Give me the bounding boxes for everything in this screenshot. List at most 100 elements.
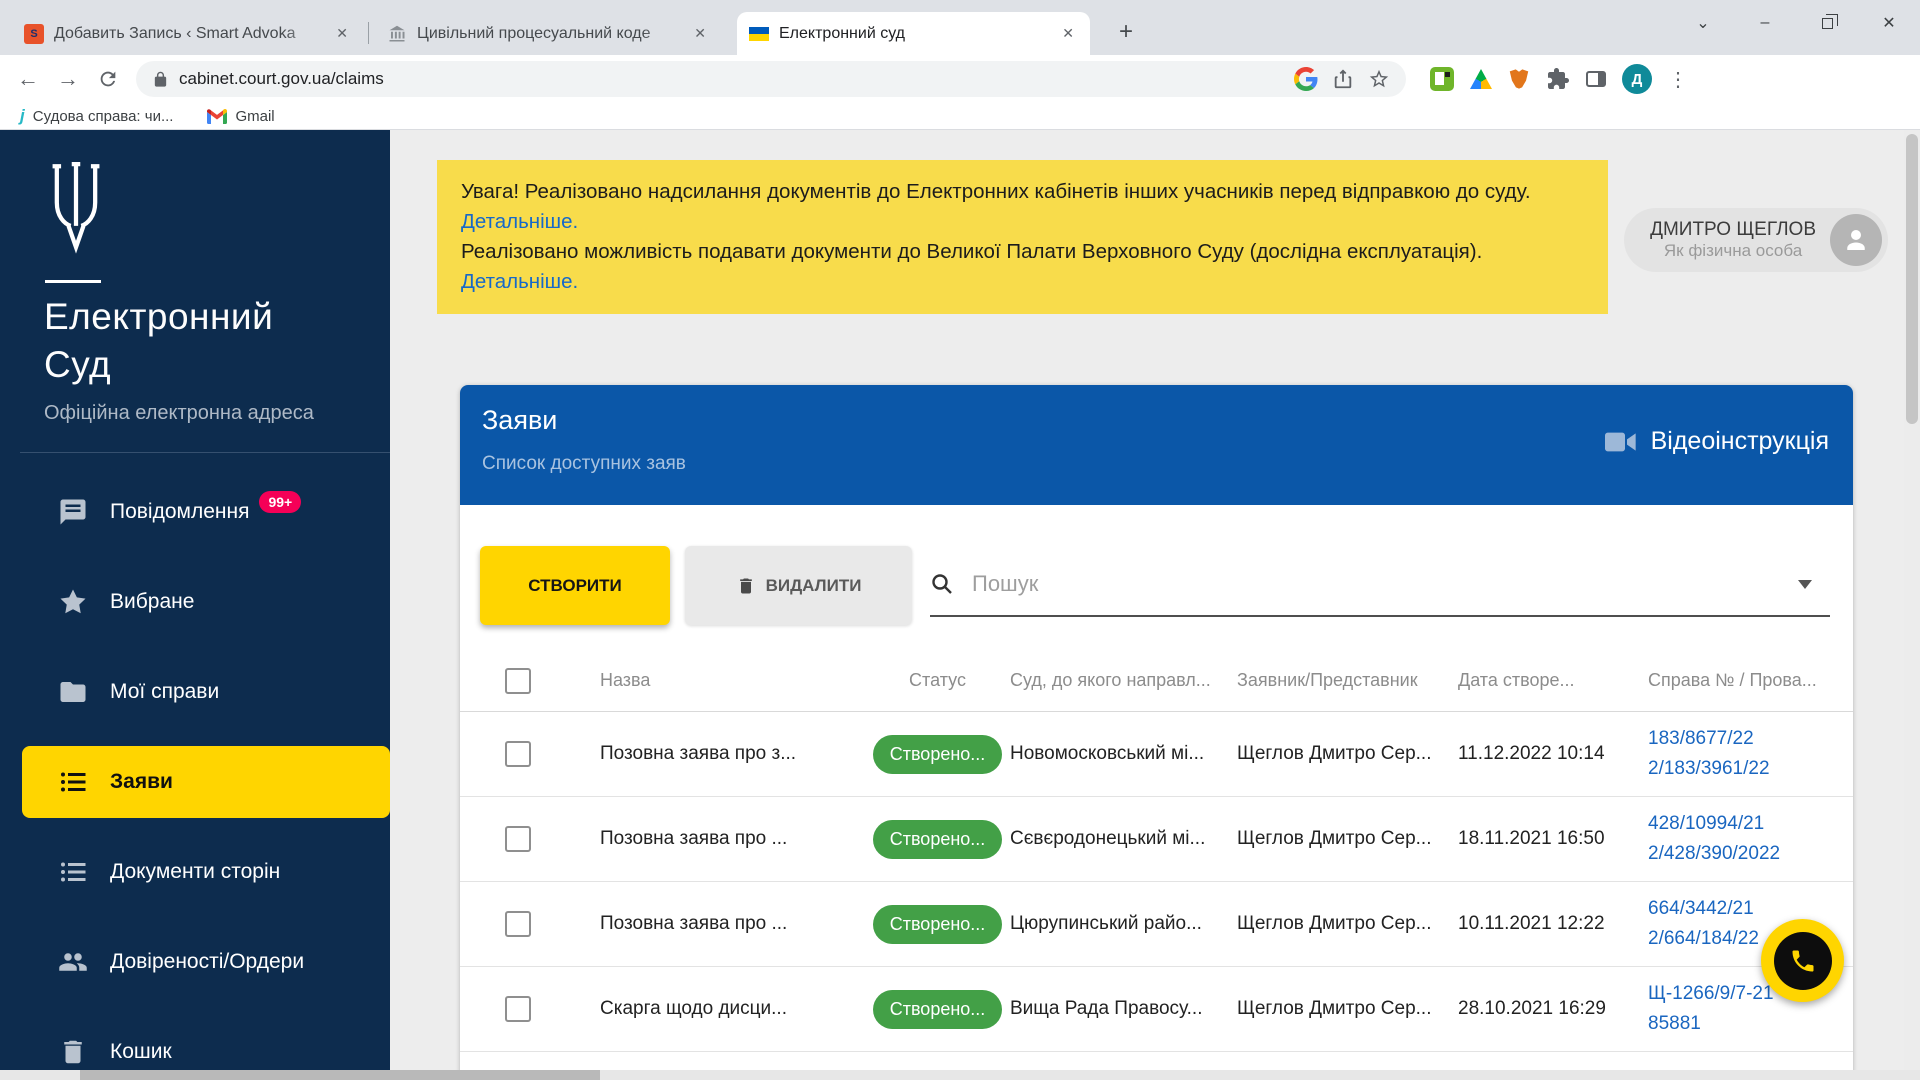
restore-button[interactable] xyxy=(1796,0,1858,46)
browser-menu-icon[interactable]: ⋮ xyxy=(1668,67,1688,92)
back-button[interactable]: ← xyxy=(8,59,48,99)
reload-button[interactable] xyxy=(88,59,128,99)
column-header-applicant: Заявник/Представник xyxy=(1237,670,1418,690)
details-link[interactable]: Детальніше. xyxy=(461,270,578,293)
sidebar-item-party-documents[interactable]: Документи сторін xyxy=(0,827,390,917)
metamask-extension-icon[interactable] xyxy=(1509,69,1529,89)
search-dropdown-caret[interactable] xyxy=(1798,579,1812,589)
column-header-case-number: Справа № / Прова... xyxy=(1648,670,1817,690)
tab-search-button[interactable]: ⌄ xyxy=(1672,0,1734,46)
trash-icon xyxy=(64,1040,82,1064)
status-badge: Створено... xyxy=(872,989,1003,1029)
privat24-extension-icon[interactable] xyxy=(1430,67,1454,91)
search-icon xyxy=(932,574,952,594)
court-name: Сєвєродонецький мі... xyxy=(1010,828,1206,849)
minimize-button[interactable]: – xyxy=(1734,0,1796,46)
table-row[interactable]: Позовна заява про ... Створено... Сєвєро… xyxy=(460,797,1853,882)
new-tab-button[interactable]: + xyxy=(1108,14,1144,50)
browser-tab-1[interactable]: S Добавить Запись ‹ Smart Advoka ✕ xyxy=(12,12,364,55)
vertical-scrollbar-thumb[interactable] xyxy=(1906,134,1918,424)
tab-close-icon[interactable]: ✕ xyxy=(1058,23,1078,44)
google-drive-extension-icon[interactable] xyxy=(1470,69,1492,89)
table-header: Назва Статус Суд, до якого направл... За… xyxy=(460,650,1853,712)
user-name: ДМИТРО ЩЕГЛОВ xyxy=(1650,219,1816,240)
share-icon[interactable] xyxy=(1332,68,1354,90)
browser-tab-2[interactable]: Цивільний процесуальний коде ✕ xyxy=(375,12,722,55)
chat-icon xyxy=(60,499,86,525)
ukraine-flag-favicon xyxy=(749,24,769,44)
bookmark-court-case[interactable]: j Судова справа: чи... xyxy=(20,106,173,126)
sidebar-item-my-cases[interactable]: Мої справи xyxy=(0,647,390,737)
bookmark-label: Gmail xyxy=(235,107,275,125)
proceeding-number-link[interactable]: 85881 xyxy=(1648,1013,1853,1035)
sidebar-item-label: Документи сторін xyxy=(110,860,281,883)
delete-button-label: ВИДАЛИТИ xyxy=(765,575,862,595)
folder-icon xyxy=(60,682,86,702)
phone-call-fab[interactable] xyxy=(1761,919,1844,1002)
select-all-checkbox[interactable] xyxy=(505,667,531,694)
table-row[interactable]: Скарга щодо дисци... Створено... Вища Ра… xyxy=(460,967,1853,1052)
sidebar-divider xyxy=(20,452,390,453)
vertical-scrollbar xyxy=(1904,130,1920,1079)
sidebar-item-messages[interactable]: Повідомлення 99+ xyxy=(0,467,390,557)
horizontal-scrollbar xyxy=(0,1070,1920,1080)
row-checkbox[interactable] xyxy=(505,741,531,767)
government-building-favicon xyxy=(387,24,407,44)
window-controls: ⌄ – ✕ xyxy=(1672,0,1920,46)
sidebar-item-powers-of-attorney[interactable]: Довіреності/Ордери xyxy=(0,917,390,1007)
case-number-link[interactable]: 664/3442/21 xyxy=(1648,898,1853,920)
app-title: Електронний Суд xyxy=(44,296,274,385)
bookmark-star-icon[interactable] xyxy=(1368,68,1390,90)
proceeding-number-link[interactable]: 2/183/3961/22 xyxy=(1648,758,1853,780)
case-number-link[interactable]: 428/10994/21 xyxy=(1648,813,1853,835)
list-icon xyxy=(61,862,86,882)
bookmark-gmail[interactable]: Gmail xyxy=(207,107,275,125)
status-badge: Створено... xyxy=(872,734,1003,774)
search-input[interactable] xyxy=(972,571,1798,597)
case-number-link[interactable]: 183/8677/22 xyxy=(1648,728,1853,750)
proceeding-number-link[interactable]: 2/428/390/2022 xyxy=(1648,843,1853,865)
tab-title: Цивільний процесуальний коде xyxy=(417,24,651,42)
smart-advokat-favicon: S xyxy=(24,23,44,44)
sidebar-item-label: Вибране xyxy=(110,590,195,613)
lock-icon xyxy=(154,71,167,87)
details-link[interactable]: Детальніше. xyxy=(461,210,578,233)
electronic-court-app: Електронний Суд Офіційна електронна адре… xyxy=(0,130,1920,1080)
user-profile-chip[interactable]: ДМИТРО ЩЕГЛОВ Як фізична особа xyxy=(1624,208,1888,272)
row-checkbox[interactable] xyxy=(505,826,531,852)
person-icon xyxy=(1847,230,1865,250)
tab-close-icon[interactable]: ✕ xyxy=(332,23,352,44)
browser-profile-avatar[interactable]: Д xyxy=(1622,64,1652,94)
create-button[interactable]: СТВОРИТИ xyxy=(480,546,670,625)
tab-close-icon[interactable]: ✕ xyxy=(690,23,710,44)
sidebar-item-favorites[interactable]: Вибране xyxy=(0,557,390,647)
table-row[interactable]: Позовна заява про з... Створено... Новом… xyxy=(460,712,1853,797)
user-role: Як фізична особа xyxy=(1663,241,1803,260)
side-panel-icon[interactable] xyxy=(1586,71,1606,87)
main-content: Увага! Реалізовано надсилання документів… xyxy=(390,130,1920,1080)
address-bar[interactable]: cabinet.court.gov.ua/claims xyxy=(136,61,1406,97)
sidebar-item-label: Довіреності/Ордери xyxy=(110,950,305,973)
google-icon[interactable] xyxy=(1294,67,1318,91)
sidebar-item-claims[interactable]: Заяви xyxy=(22,746,390,818)
claim-name: Позовна заява про ... xyxy=(600,913,788,934)
applicant-name: Щеглов Дмитро Сер... xyxy=(1237,743,1432,764)
tab-title: Добавить Запись ‹ Smart Advoka xyxy=(54,24,296,42)
court-name: Вища Рада Правосу... xyxy=(1010,998,1203,1019)
delete-button[interactable]: ВИДАЛИТИ xyxy=(685,546,912,625)
browser-tab-active[interactable]: Електронний суд ✕ xyxy=(737,12,1090,55)
notice-text: Увага! Реалізовано надсилання документів… xyxy=(461,180,1531,203)
horizontal-scrollbar-thumb[interactable] xyxy=(80,1070,600,1080)
forward-button[interactable]: → xyxy=(48,59,88,99)
close-window-button[interactable]: ✕ xyxy=(1858,0,1920,46)
phone-icon xyxy=(1773,931,1832,990)
claim-name: Скарга щодо дисци... xyxy=(600,998,787,1019)
created-date: 11.12.2022 10:14 xyxy=(1458,743,1605,764)
extensions-puzzle-icon[interactable] xyxy=(1546,67,1570,91)
row-checkbox[interactable] xyxy=(505,996,531,1022)
video-instruction-link[interactable]: Відеоінструкція xyxy=(1604,427,1829,456)
table-row[interactable]: Позовна заява про ... Створено... Цюрупи… xyxy=(460,882,1853,967)
row-checkbox[interactable] xyxy=(505,911,531,937)
trash-icon xyxy=(739,578,752,593)
logo-divider xyxy=(45,280,101,283)
